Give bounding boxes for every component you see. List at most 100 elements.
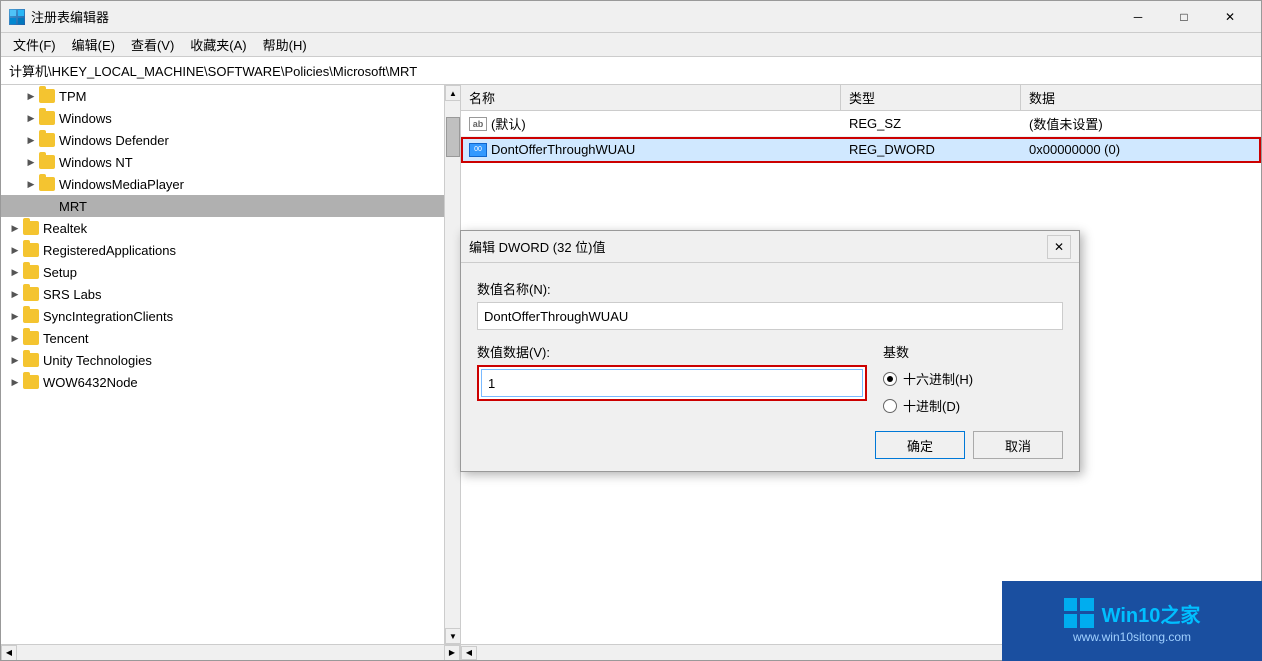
tree-label: Unity Technologies: [43, 353, 152, 368]
tree-item-sync[interactable]: ▶ SyncIntegrationClients: [1, 305, 444, 327]
tree-item-winnt[interactable]: ▶ Windows NT: [1, 151, 444, 173]
folder-icon: [23, 265, 39, 279]
cell-type: REG_DWORD: [841, 142, 1021, 157]
cell-data: 0x00000000 (0): [1021, 142, 1261, 157]
menu-favorites[interactable]: 收藏夹(A): [182, 33, 254, 56]
address-path: 计算机\HKEY_LOCAL_MACHINE\SOFTWARE\Policies…: [9, 61, 417, 80]
tree-label: RegisteredApplications: [43, 243, 176, 258]
tree-scroll: ▶ TPM ▶ Windows ▶ Windows Defende: [1, 85, 460, 644]
folder-icon: [39, 199, 55, 213]
close-button[interactable]: ✕: [1207, 1, 1253, 33]
radio-decimal-circle: [883, 399, 897, 413]
maximize-button[interactable]: □: [1161, 1, 1207, 33]
tree-item-regapps[interactable]: ▶ RegisteredApplications: [1, 239, 444, 261]
arrow-icon: ▶: [9, 354, 21, 366]
menu-bar: 文件(F) 编辑(E) 查看(V) 收藏夹(A) 帮助(H): [1, 33, 1261, 57]
windows-logo-icon: [1064, 598, 1094, 628]
arrow-icon: ▶: [25, 178, 37, 190]
tree-label: WindowsMediaPlayer: [59, 177, 184, 192]
radio-hex-label: 十六进制(H): [903, 369, 973, 388]
tree-hscroll[interactable]: ◀ ▶: [1, 644, 460, 660]
menu-help[interactable]: 帮助(H): [255, 33, 315, 56]
reg-dword-icon: 00: [469, 143, 487, 157]
edit-dialog: 编辑 DWORD (32 位)值 ✕ 数值名称(N): 数值数据(V): 基数: [460, 230, 1080, 472]
cell-data: (数值未设置): [1021, 114, 1261, 133]
tree-scrollbar[interactable]: ▲ ▼: [444, 85, 460, 644]
header-type: 类型: [841, 85, 1021, 110]
dialog-close-button[interactable]: ✕: [1047, 235, 1071, 259]
radio-hex-circle: [883, 372, 897, 386]
tree-item-srslabs[interactable]: ▶ SRS Labs: [1, 283, 444, 305]
watermark: Win10之家 www.win10sitong.com: [1002, 581, 1262, 661]
folder-icon: [39, 133, 55, 147]
tree-item-mrt[interactable]: ▶ MRT: [1, 195, 444, 217]
hscroll-left-btn[interactable]: ◀: [461, 646, 477, 660]
scroll-thumb[interactable]: [446, 117, 460, 157]
value-input[interactable]: [481, 369, 863, 397]
folder-icon: [23, 331, 39, 345]
watermark-url: www.win10sitong.com: [1073, 630, 1191, 644]
table-header: 名称 类型 数据: [461, 85, 1261, 111]
radio-decimal[interactable]: 十进制(D): [883, 396, 1063, 415]
reg-ab-icon: ab: [469, 117, 487, 131]
tree-item-unity[interactable]: ▶ Unity Technologies: [1, 349, 444, 371]
scroll-up-btn[interactable]: ▲: [445, 85, 460, 101]
arrow-icon: ▶: [25, 134, 37, 146]
tree-item-wow[interactable]: ▶ WOW6432Node: [1, 371, 444, 393]
cancel-button[interactable]: 取消: [973, 431, 1063, 459]
minimize-button[interactable]: ─: [1115, 1, 1161, 33]
tree-label: MRT: [59, 199, 87, 214]
table-row-dword[interactable]: 00 DontOfferThroughWUAU REG_DWORD 0x0000…: [461, 137, 1261, 163]
value-section: 数值数据(V):: [477, 342, 867, 415]
tree-item-windefender[interactable]: ▶ Windows Defender: [1, 129, 444, 151]
hscroll-left-btn[interactable]: ◀: [1, 645, 17, 661]
ok-button[interactable]: 确定: [875, 431, 965, 459]
tree-item-tpm[interactable]: ▶ TPM: [1, 85, 444, 107]
dialog-title-bar: 编辑 DWORD (32 位)值 ✕: [461, 231, 1079, 263]
name-field-label: 数值名称(N):: [477, 279, 1063, 298]
tree-label: SyncIntegrationClients: [43, 309, 173, 324]
folder-icon: [39, 89, 55, 103]
dialog-buttons: 确定 取消: [477, 431, 1063, 459]
arrow-icon: ▶: [9, 376, 21, 388]
watermark-logo-area: Win10之家: [1064, 598, 1201, 628]
tree-label: Setup: [43, 265, 77, 280]
arrow-icon: ▶: [9, 310, 21, 322]
radio-hex[interactable]: 十六进制(H): [883, 369, 1063, 388]
folder-icon: [23, 353, 39, 367]
arrow-icon: ▶: [25, 90, 37, 102]
base-section: 基数 十六进制(H) 十进制(D): [883, 342, 1063, 415]
tree-item-setup[interactable]: ▶ Setup: [1, 261, 444, 283]
menu-edit[interactable]: 编辑(E): [64, 33, 123, 56]
arrow-icon: ▶: [25, 156, 37, 168]
name-input[interactable]: [477, 302, 1063, 330]
folder-icon: [39, 111, 55, 125]
tree-content: ▶ TPM ▶ Windows ▶ Windows Defende: [1, 85, 444, 644]
menu-file[interactable]: 文件(F): [5, 33, 64, 56]
tree-label: Tencent: [43, 331, 89, 346]
tree-label: Windows: [59, 111, 112, 126]
menu-view[interactable]: 查看(V): [123, 33, 182, 56]
cell-type: REG_SZ: [841, 116, 1021, 131]
tree-label: SRS Labs: [43, 287, 102, 302]
folder-icon: [23, 287, 39, 301]
value-field-label: 数值数据(V):: [477, 342, 867, 361]
window-title: 注册表编辑器: [31, 7, 1115, 26]
tree-item-tencent[interactable]: ▶ Tencent: [1, 327, 444, 349]
table-row[interactable]: ab (默认) REG_SZ (数值未设置): [461, 111, 1261, 137]
tree-item-windows[interactable]: ▶ Windows: [1, 107, 444, 129]
cell-name: ab (默认): [461, 114, 841, 133]
tree-label: Windows Defender: [59, 133, 169, 148]
dialog-body: 数值名称(N): 数值数据(V): 基数 十六: [461, 263, 1079, 471]
tree-label: Windows NT: [59, 155, 133, 170]
arrow-icon: ▶: [9, 222, 21, 234]
base-title: 基数: [883, 342, 1063, 361]
app-icon: [9, 9, 25, 25]
hscroll-right-btn[interactable]: ▶: [444, 645, 460, 661]
tree-item-wmp[interactable]: ▶ WindowsMediaPlayer: [1, 173, 444, 195]
arrow-icon: ▶: [9, 244, 21, 256]
header-name: 名称: [461, 85, 841, 110]
scroll-down-btn[interactable]: ▼: [445, 628, 460, 644]
header-data: 数据: [1021, 85, 1261, 110]
tree-item-realtek[interactable]: ▶ Realtek: [1, 217, 444, 239]
